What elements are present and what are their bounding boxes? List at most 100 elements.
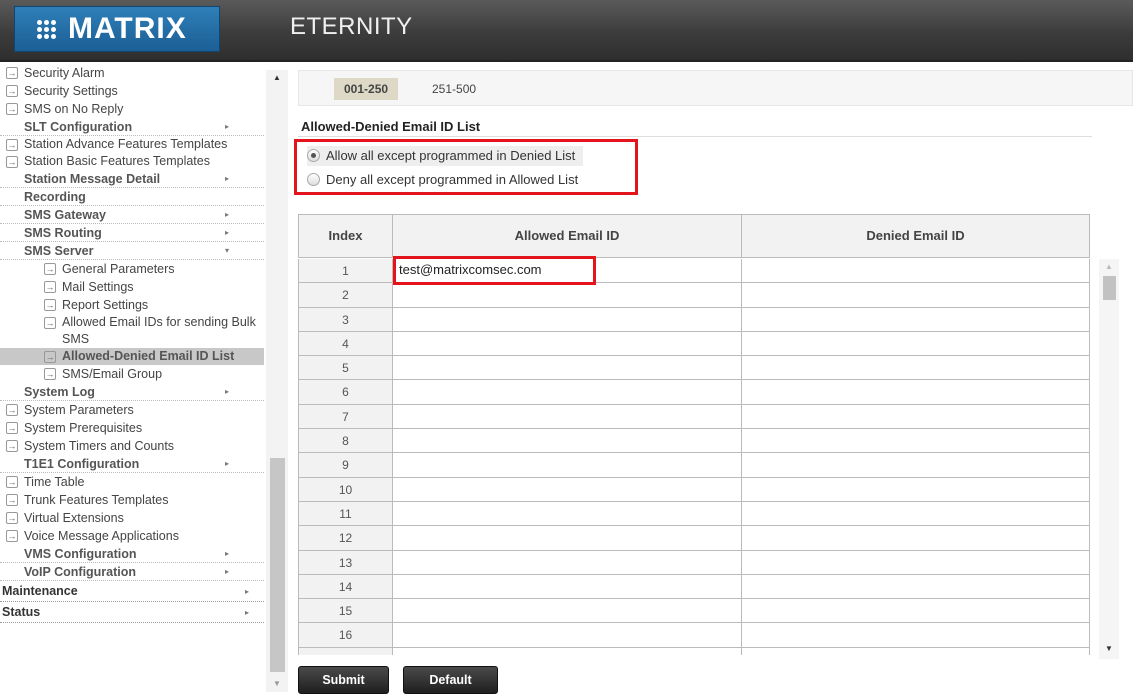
arrow-right-icon: → (44, 368, 56, 380)
sidebar-item-station-basic-features-templates[interactable]: → Station Basic Features Templates (0, 153, 264, 170)
header-denied-email: Denied Email ID (866, 228, 965, 243)
table-scroll-thumb[interactable] (1103, 276, 1116, 300)
allowed-email-field[interactable] (393, 526, 742, 550)
sidebar-item-system-prerequisites[interactable]: → System Prerequisites (0, 419, 264, 437)
allowed-email-field[interactable] (393, 501, 742, 526)
allowed-email-field[interactable] (393, 283, 742, 307)
submit-button[interactable]: Submit (298, 666, 389, 694)
sidebar-item-voice-message-applications[interactable]: → Voice Message Applications (0, 527, 264, 545)
allowed-email-field[interactable] (393, 453, 742, 477)
sidebar-item-sms-on-no-reply[interactable]: → SMS on No Reply (0, 100, 264, 118)
denied-email-field[interactable] (742, 648, 1089, 655)
sidebar-item-label: Security Alarm (24, 66, 105, 80)
sidebar-item-status[interactable]: Status ▸ (0, 602, 264, 623)
allowed-email-field[interactable] (393, 380, 742, 404)
sidebar-item-sms-routing[interactable]: SMS Routing ▸ (0, 224, 264, 242)
allowed-email-field[interactable] (393, 404, 742, 429)
default-button[interactable]: Default (403, 666, 498, 694)
sidebar-item-vms-configuration[interactable]: VMS Configuration ▸ (0, 545, 264, 563)
denied-email-field[interactable] (742, 526, 1089, 549)
sidebar-item-sms-gateway[interactable]: SMS Gateway ▸ (0, 206, 264, 224)
sidebar-item-label: System Parameters (24, 403, 134, 417)
sidebar-item-maintenance[interactable]: Maintenance ▸ (0, 581, 264, 602)
sidebar-item-report-settings[interactable]: → Report Settings (0, 296, 264, 314)
sidebar-item-time-table[interactable]: → Time Table (0, 473, 264, 491)
sidebar-item-voip-configuration[interactable]: VoIP Configuration ▸ (0, 563, 264, 581)
scroll-down-arrow-icon[interactable]: ▼ (266, 676, 288, 692)
denied-email-field[interactable] (742, 405, 1089, 428)
sidebar-item-allowed-denied-email-id-list[interactable]: → Allowed-Denied Email ID List (0, 348, 264, 365)
denied-email-field[interactable] (742, 502, 1089, 525)
sidebar-scrollbar[interactable]: ▲ ▼ (266, 70, 288, 692)
sidebar-item-security-alarm[interactable]: → Security Alarm (0, 64, 264, 82)
radio-deny-all[interactable]: Deny all except programmed in Allowed Li… (307, 170, 578, 190)
table-row: 13 (299, 550, 1089, 575)
app-header: MATRIX ETERNITY (0, 0, 1133, 62)
row-index: 15 (299, 599, 393, 623)
sidebar-item-trunk-features-templates[interactable]: → Trunk Features Templates (0, 491, 264, 509)
radio-unchecked-icon[interactable] (307, 173, 320, 186)
sidebar-item-station-advance-features-templates[interactable]: → Station Advance Features Templates (0, 136, 264, 153)
radio-allow-all[interactable]: Allow all except programmed in Denied Li… (307, 146, 584, 166)
allowed-email-field[interactable] (393, 331, 742, 356)
sidebar-item-sms-email-group[interactable]: → SMS/Email Group (0, 365, 264, 383)
denied-email-field[interactable] (742, 478, 1089, 501)
sidebar-scroll-thumb[interactable] (270, 458, 285, 672)
table-scrollbar[interactable]: ▲ ▼ (1099, 259, 1119, 659)
allowed-email-field[interactable] (393, 550, 742, 574)
allowed-email-field[interactable] (393, 623, 742, 647)
denied-email-field[interactable] (742, 599, 1089, 622)
tab-001-250[interactable]: 001-250 (334, 78, 399, 100)
denied-email-field[interactable] (742, 623, 1089, 646)
denied-email-field[interactable] (742, 259, 1089, 282)
denied-email-field[interactable] (742, 356, 1089, 379)
product-title: ETERNITY (290, 13, 413, 40)
scroll-up-arrow-icon[interactable]: ▲ (1099, 259, 1119, 275)
sidebar-item-system-log[interactable]: System Log ▸ (0, 383, 264, 401)
allowed-email-field[interactable] (393, 477, 742, 501)
allowed-email-field[interactable] (393, 599, 742, 623)
sidebar-item-label: Maintenance (2, 584, 78, 598)
sidebar-item-system-timers-and-counts[interactable]: → System Timers and Counts (0, 437, 264, 455)
allowed-email-field[interactable]: test@matrixcomsec.com (393, 259, 742, 283)
allowed-email-field[interactable] (393, 574, 742, 599)
logo-text: MATRIX (68, 12, 187, 45)
sidebar-item-general-parameters[interactable]: → General Parameters (0, 260, 264, 278)
tab-251-500[interactable]: 251-500 (422, 78, 486, 100)
table-row: 1 test@matrixcomsec.com (299, 259, 1089, 284)
table-row: 5 (299, 356, 1089, 381)
sidebar-item-t1e1-configuration[interactable]: T1E1 Configuration ▸ (0, 455, 264, 473)
allowed-email-field[interactable] (393, 647, 742, 655)
denied-email-field[interactable] (742, 429, 1089, 452)
sidebar-item-mail-settings[interactable]: → Mail Settings (0, 278, 264, 296)
denied-email-field[interactable] (742, 453, 1089, 476)
denied-email-field[interactable] (742, 551, 1089, 574)
sidebar-item-slt-configuration[interactable]: SLT Configuration ▸ (0, 118, 264, 136)
sidebar-item-sms-server[interactable]: SMS Server ▾ (0, 242, 264, 260)
sidebar-item-system-parameters[interactable]: → System Parameters (0, 401, 264, 419)
allowed-email-field[interactable] (393, 356, 742, 380)
sidebar-item-station-message-detail[interactable]: Station Message Detail ▸ (0, 170, 264, 188)
denied-email-field[interactable] (742, 308, 1089, 331)
sidebar-item-allowed-email-ids-for-sending-bulk-sms[interactable]: → Allowed Email IDs for sending Bulk SMS (0, 314, 264, 348)
denied-email-field[interactable] (742, 575, 1089, 598)
sidebar-item-security-settings[interactable]: → Security Settings (0, 82, 264, 100)
sidebar-item-label: Status (2, 605, 41, 619)
scroll-down-arrow-icon[interactable]: ▼ (1099, 641, 1119, 657)
allowed-email-field[interactable] (393, 429, 742, 453)
row-index: 6 (299, 380, 393, 404)
denied-email-field[interactable] (742, 283, 1089, 306)
denied-email-field[interactable] (742, 380, 1089, 403)
allowed-email-field[interactable] (393, 307, 742, 331)
range-tabs-bar: 001-250 251-500 (298, 70, 1133, 106)
scroll-up-arrow-icon[interactable]: ▲ (266, 70, 288, 86)
table-header: Index Allowed Email ID Denied Email ID (298, 214, 1090, 258)
sidebar-item-recording[interactable]: Recording (0, 188, 264, 206)
table-row: 3 (299, 307, 1089, 332)
sidebar-item-virtual-extensions[interactable]: → Virtual Extensions (0, 509, 264, 527)
radio-checked-icon[interactable] (307, 149, 320, 162)
row-index: 4 (299, 331, 393, 356)
denied-email-field[interactable] (742, 332, 1089, 355)
sidebar-item-label: VMS Configuration (24, 547, 137, 561)
table-row: 9 (299, 453, 1089, 478)
